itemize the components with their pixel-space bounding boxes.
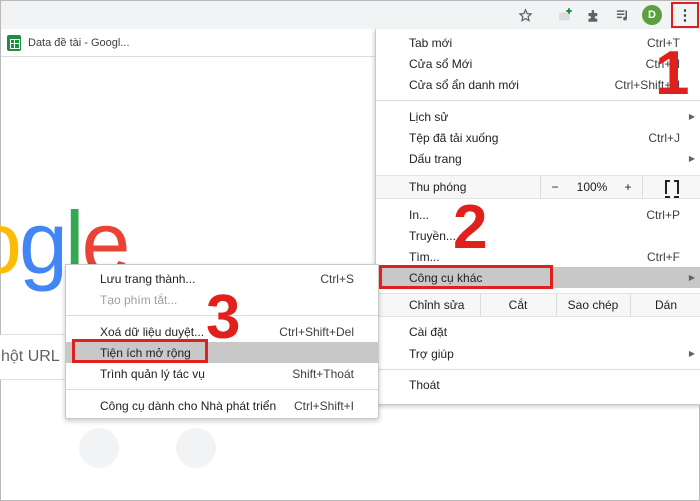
- zoom-row: Thu phóng − 100% +: [376, 175, 700, 199]
- more-vert-icon: ⋮: [677, 7, 693, 24]
- zoom-out-button[interactable]: −: [540, 176, 570, 198]
- browser-toolbar: D ⋮: [1, 1, 700, 29]
- menu-item-incognito[interactable]: Cửa sổ ẩn danh mới Ctrl+Shift+N: [376, 74, 700, 95]
- highlight-box-more-tools: [379, 265, 553, 289]
- media-playlist-icon[interactable]: [611, 5, 633, 25]
- shortcut-tile[interactable]: [79, 428, 119, 468]
- edit-label: Chỉnh sửa: [409, 298, 465, 312]
- submenu-arrow-icon: ▶: [688, 273, 695, 282]
- zoom-level: 100%: [576, 180, 608, 194]
- menu-item-find[interactable]: Tìm... Ctrl+F: [376, 246, 700, 267]
- submenu-arrow-icon: ▶: [688, 349, 695, 358]
- star-icon[interactable]: [514, 5, 536, 25]
- menu-item-history[interactable]: Lịch sử ▶: [376, 106, 700, 127]
- profile-avatar[interactable]: D: [642, 5, 662, 25]
- submenu-arrow-icon: ▶: [688, 112, 695, 121]
- menu-item-exit[interactable]: Thoát: [376, 374, 700, 395]
- bookmark-item[interactable]: Data đề tài - Googl...: [7, 35, 130, 51]
- menu-separator: [376, 100, 700, 101]
- copy-button[interactable]: Sao chép: [556, 294, 630, 316]
- menu-item-help[interactable]: Trợ giúp ▶: [376, 343, 700, 364]
- step-number-3: 3: [206, 283, 241, 352]
- step-number-2: 2: [453, 193, 488, 262]
- chrome-menu-button[interactable]: ⋮: [671, 2, 699, 28]
- menu-item-print[interactable]: In... Ctrl+P: [376, 204, 700, 225]
- zoom-label: Thu phóng: [409, 180, 467, 194]
- menu-item-bookmarks[interactable]: Dấu trang ▶: [376, 148, 700, 169]
- grammar-extension-icon[interactable]: [554, 5, 576, 25]
- fullscreen-icon[interactable]: [665, 180, 679, 198]
- chrome-main-menu: Tab mới Ctrl+T Cửa sổ Mới Ctrl+N Cửa sổ …: [375, 29, 700, 405]
- bookmark-label: Data đề tài - Googl...: [28, 37, 130, 49]
- submenu-item-developer-tools[interactable]: Công cụ dành cho Nhà phát triển Ctrl+Shi…: [66, 395, 378, 416]
- menu-item-downloads[interactable]: Tệp đã tải xuống Ctrl+J: [376, 127, 700, 148]
- menu-item-new-window[interactable]: Cửa sổ Mới Ctrl+N: [376, 53, 700, 74]
- menu-item-new-tab[interactable]: Tab mới Ctrl+T: [376, 32, 700, 53]
- extension-puzzle-icon[interactable]: [582, 5, 604, 25]
- paste-button[interactable]: Dán: [630, 294, 700, 316]
- edit-row: Chỉnh sửa Cắt Sao chép Dán: [376, 293, 700, 317]
- cut-button[interactable]: Cắt: [480, 294, 556, 316]
- menu-item-settings[interactable]: Cài đặt: [376, 321, 700, 342]
- step-number-1: 1: [655, 39, 690, 108]
- submenu-arrow-icon: ▶: [688, 154, 695, 163]
- submenu-item-task-manager[interactable]: Trình quản lý tác vụ Shift+Thoát: [66, 363, 378, 384]
- google-sheets-icon: [7, 35, 21, 51]
- highlight-box-extensions: [72, 339, 208, 363]
- menu-item-cast[interactable]: Truyền...: [376, 225, 700, 246]
- zoom-in-button[interactable]: +: [614, 176, 642, 198]
- menu-separator: [376, 369, 700, 370]
- menu-separator: [66, 389, 378, 390]
- search-placeholder: hột URL: [1, 348, 60, 365]
- shortcut-tile[interactable]: [176, 428, 216, 468]
